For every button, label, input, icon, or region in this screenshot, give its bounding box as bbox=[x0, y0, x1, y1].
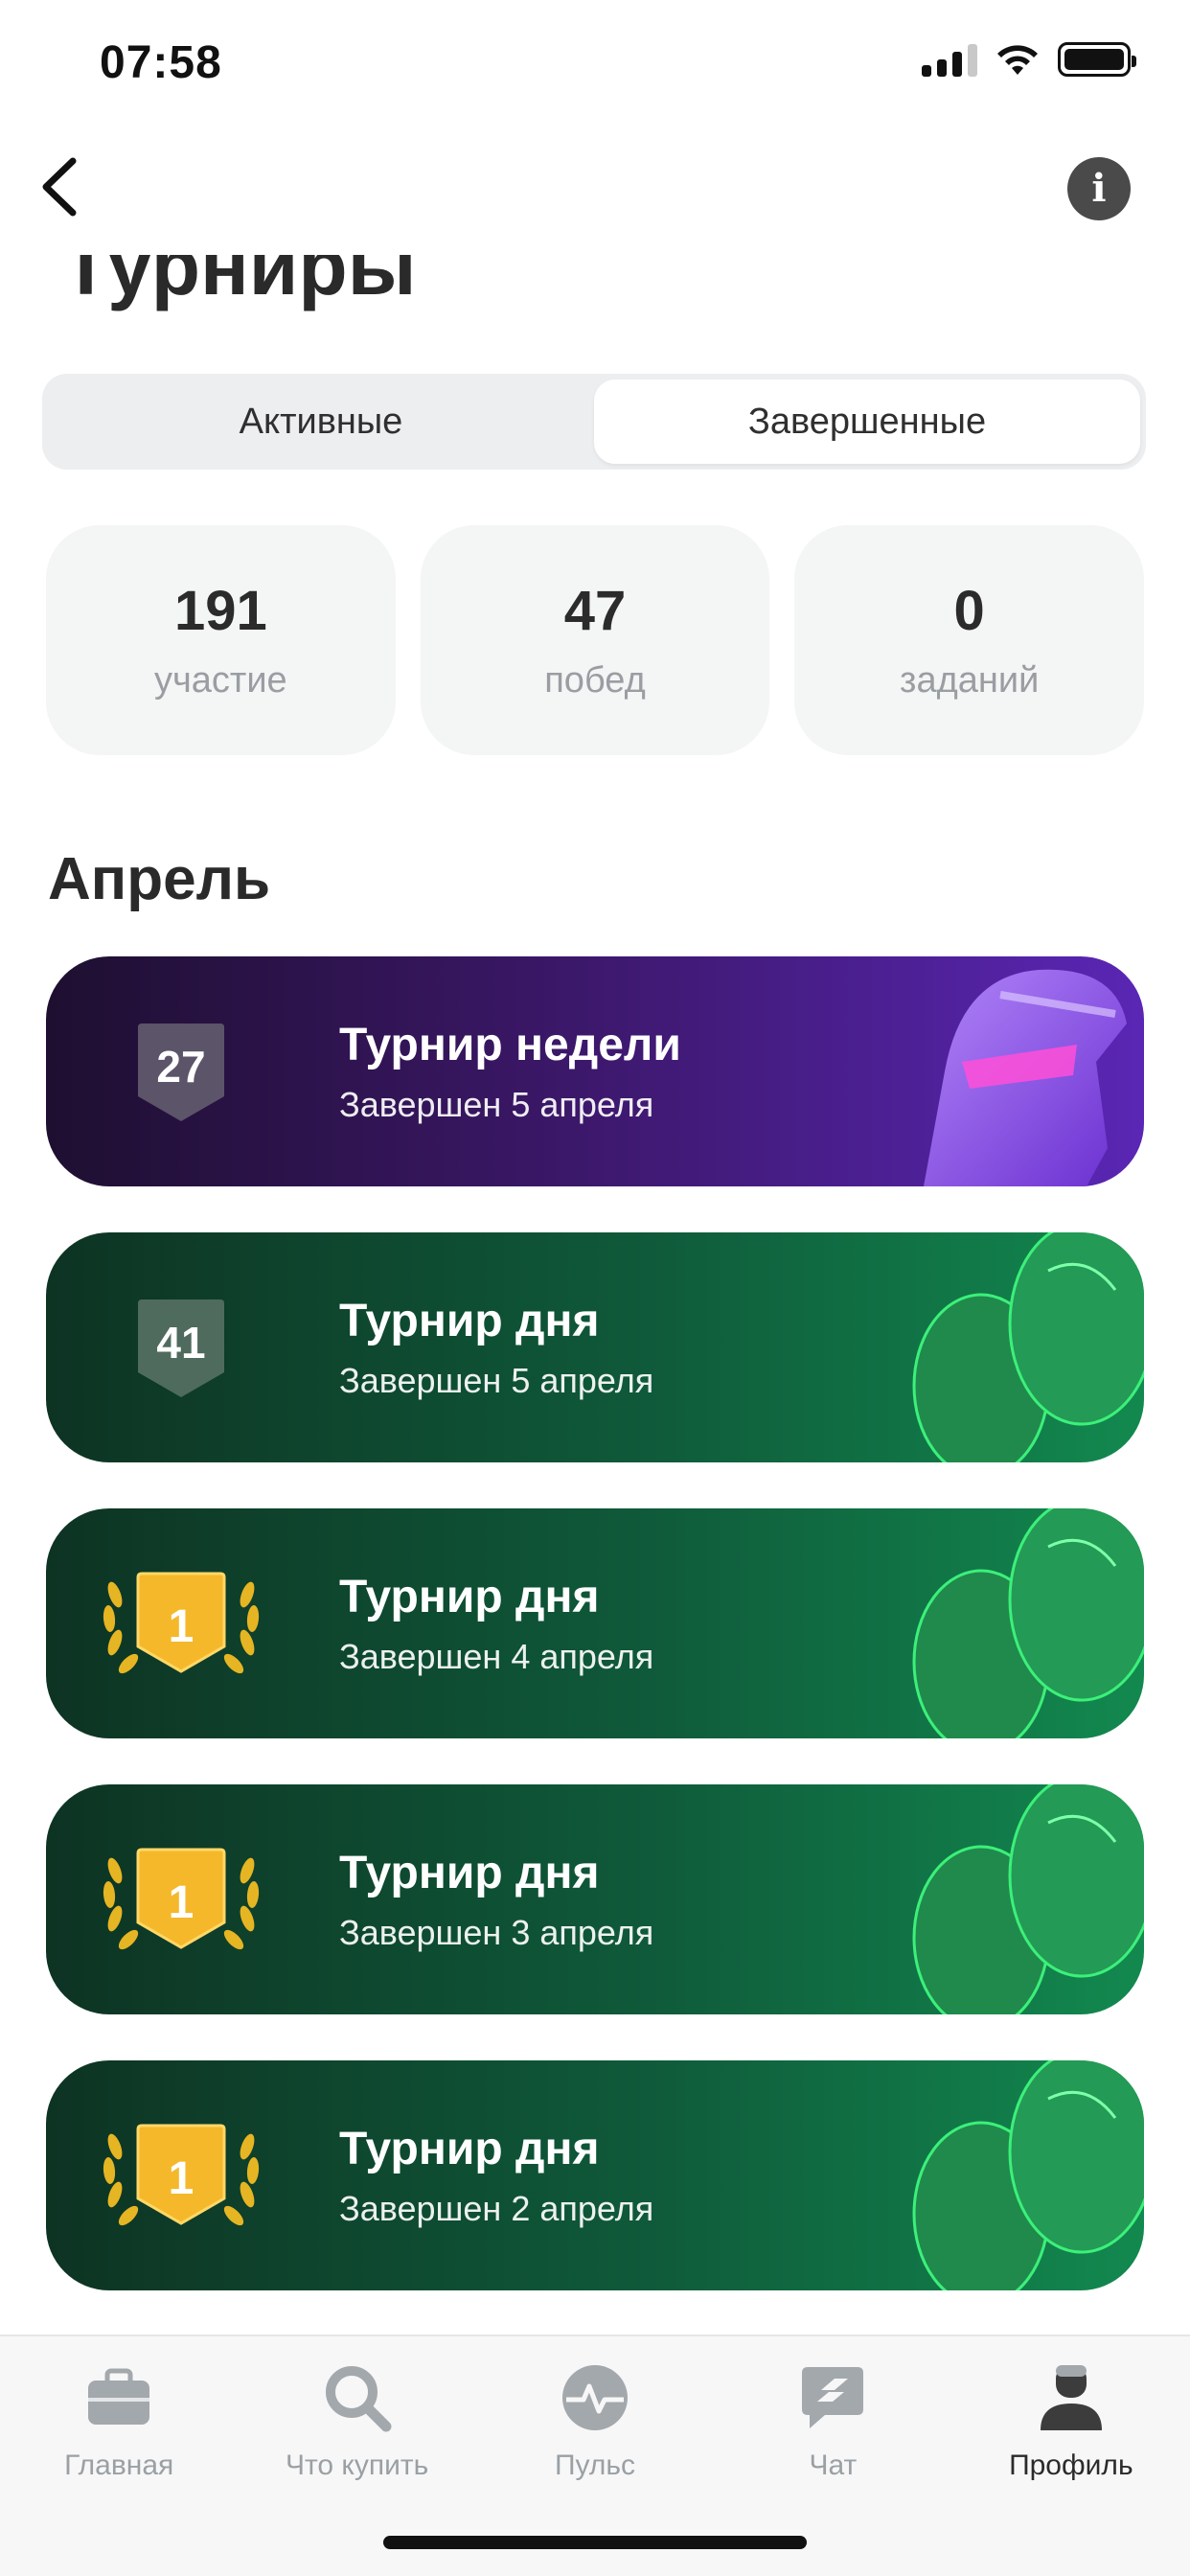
tab-pulse[interactable]: Пульс bbox=[476, 2361, 714, 2482]
rank-badge-area: 1 bbox=[46, 1784, 314, 2014]
info-button[interactable]: i bbox=[1067, 157, 1131, 220]
rank-number: 1 bbox=[168, 1877, 195, 1928]
info-icon: i bbox=[1091, 166, 1107, 211]
status-time: 07:58 bbox=[100, 37, 222, 88]
rank-number: 1 bbox=[168, 2153, 195, 2204]
stats-row: 191 участие 47 побед 0 заданий bbox=[46, 525, 1145, 755]
card-title: Турнир дня bbox=[339, 1295, 600, 1346]
rank-badge-area: 27 bbox=[46, 956, 314, 1186]
section-title-month: Апрель bbox=[48, 846, 271, 912]
home-indicator bbox=[383, 2536, 807, 2549]
tournament-card[interactable]: 1 Турнир дня Завершен 4 апреля bbox=[46, 1508, 1144, 1738]
back-button[interactable] bbox=[33, 153, 90, 220]
stat-label: участие bbox=[153, 660, 287, 701]
status-bar: 07:58 bbox=[0, 0, 1190, 134]
stat-value: 0 bbox=[953, 580, 985, 642]
tab-label: Чат bbox=[809, 2450, 858, 2481]
card-text: Турнир дня Завершен 2 апреля bbox=[339, 2123, 653, 2229]
tab-label: Пульс bbox=[554, 2450, 636, 2481]
tab-finished-tournaments[interactable]: Завершенные bbox=[594, 380, 1140, 464]
status-icons bbox=[922, 42, 1136, 77]
briefcase-icon bbox=[88, 2368, 150, 2425]
rank-number: 27 bbox=[156, 1042, 206, 1092]
card-text: Турнир недели Завершен 5 апреля bbox=[339, 1019, 681, 1125]
card-subtitle: Завершен 2 апреля bbox=[339, 2188, 654, 2228]
gladiator-helmet-icon bbox=[924, 969, 1127, 1186]
rank-badge-area: 1 bbox=[46, 2060, 314, 2290]
profile-icon bbox=[1040, 2365, 1102, 2430]
boxing-gloves-icon bbox=[912, 2060, 1144, 2290]
boxing-gloves-icon bbox=[912, 1784, 1144, 2014]
cellular-signal-icon bbox=[922, 42, 977, 77]
pulse-icon bbox=[562, 2365, 629, 2430]
rank-badge-area: 41 bbox=[46, 1232, 314, 1462]
tab-profile[interactable]: Профиль bbox=[952, 2361, 1190, 2482]
tab-chat[interactable]: Чат bbox=[714, 2361, 951, 2482]
card-text: Турнир дня Завершен 3 апреля bbox=[339, 1847, 653, 1953]
card-subtitle: Завершен 3 апреля bbox=[339, 1912, 654, 1952]
wifi-icon bbox=[997, 45, 1038, 75]
stat-value: 191 bbox=[173, 580, 267, 642]
tournament-card[interactable]: 27 Турнир недели Завершен 5 апреля bbox=[46, 956, 1144, 1186]
stat-participation: 191 участие bbox=[46, 525, 396, 755]
card-subtitle: Завершен 4 апреля bbox=[339, 1636, 654, 1676]
rank-number: 1 bbox=[168, 1601, 195, 1652]
battery-icon bbox=[1058, 42, 1136, 77]
stat-label: заданий bbox=[900, 660, 1040, 701]
tournament-status-segmented-control: Активные Завершенные bbox=[42, 374, 1146, 470]
boxing-gloves-icon bbox=[912, 1232, 1144, 1462]
title-scroll-mask bbox=[0, 226, 1190, 255]
card-title: Турнир дня bbox=[339, 1847, 600, 1898]
tournament-card[interactable]: 41 Турнир дня Завершен 5 апреля bbox=[46, 1232, 1144, 1462]
rank-badge-area: 1 bbox=[46, 1508, 314, 1738]
card-subtitle: Завершен 5 апреля bbox=[339, 1084, 654, 1124]
chat-icon bbox=[802, 2367, 864, 2428]
card-subtitle: Завершен 5 апреля bbox=[339, 1360, 654, 1400]
tab-label: Главная bbox=[64, 2450, 174, 2481]
stat-wins: 47 побед bbox=[420, 525, 770, 755]
tournament-list: 27 Турнир недели Завершен 5 апреля 41 Ту… bbox=[46, 956, 1144, 2336]
tournament-card[interactable]: 1 Турнир дня Завершен 2 апреля bbox=[46, 2060, 1144, 2290]
card-title: Турнир недели bbox=[339, 1019, 681, 1070]
tab-home[interactable]: Главная bbox=[0, 2361, 238, 2482]
card-title: Турнир дня bbox=[339, 2123, 600, 2174]
tab-what-to-buy[interactable]: Что купить bbox=[238, 2361, 475, 2482]
tab-label: Что купить bbox=[285, 2450, 429, 2481]
boxing-gloves-icon bbox=[912, 1508, 1144, 1738]
stat-value: 47 bbox=[563, 580, 627, 642]
card-text: Турнир дня Завершен 5 апреля bbox=[339, 1295, 653, 1401]
search-icon bbox=[325, 2366, 392, 2432]
tab-active-tournaments[interactable]: Активные bbox=[48, 380, 594, 464]
chevron-left-icon bbox=[42, 157, 77, 217]
stat-label: побед bbox=[544, 660, 646, 701]
card-title: Турнир дня bbox=[339, 1571, 600, 1622]
rank-number: 41 bbox=[156, 1318, 206, 1368]
tournament-card[interactable]: 1 Турнир дня Завершен 3 апреля bbox=[46, 1784, 1144, 2014]
tab-label: Профиль bbox=[1009, 2450, 1133, 2481]
stat-tasks: 0 заданий bbox=[794, 525, 1145, 755]
card-text: Турнир дня Завершен 4 апреля bbox=[339, 1571, 653, 1677]
